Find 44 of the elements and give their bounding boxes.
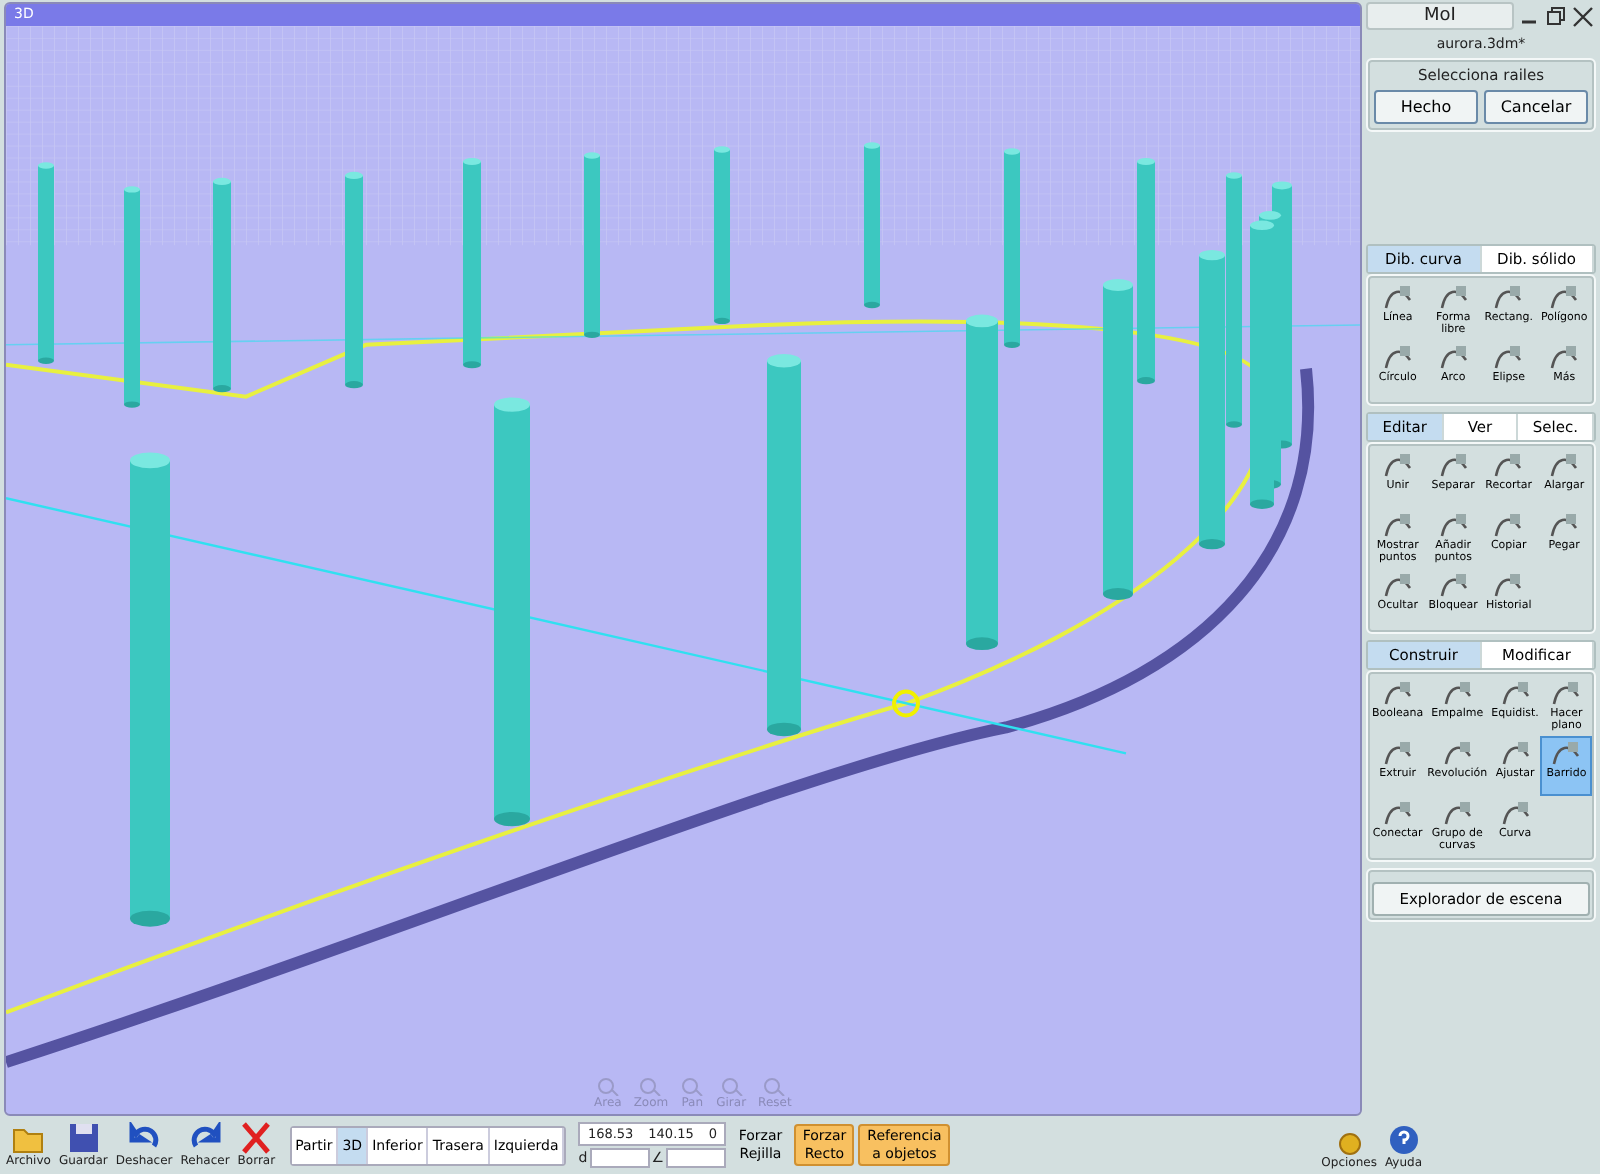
restore-icon[interactable] bbox=[1546, 6, 1566, 26]
close-icon[interactable] bbox=[1572, 5, 1594, 27]
tool-icon bbox=[1381, 452, 1414, 481]
nav-icon bbox=[595, 1076, 620, 1096]
tool-icon bbox=[1492, 572, 1525, 601]
tool-icon bbox=[1548, 452, 1581, 481]
nav-icon bbox=[719, 1076, 744, 1096]
tool-icon bbox=[1548, 344, 1581, 373]
tool-icon bbox=[1548, 284, 1581, 312]
tool-icon bbox=[1381, 800, 1414, 829]
tool-icon bbox=[1492, 344, 1525, 373]
tool-icon bbox=[1499, 740, 1532, 769]
tool-icon bbox=[1381, 572, 1414, 601]
nav-icon bbox=[680, 1076, 705, 1096]
app-title: MoI bbox=[1366, 2, 1514, 30]
help-icon bbox=[1387, 1124, 1420, 1156]
tool-icon bbox=[1381, 344, 1414, 373]
tool-icon bbox=[1381, 680, 1414, 709]
angle-field[interactable] bbox=[665, 1148, 726, 1168]
tool-icon bbox=[1437, 512, 1470, 541]
tool-icon bbox=[1550, 680, 1583, 709]
tool-icon bbox=[1499, 800, 1532, 829]
tool-icon bbox=[1437, 572, 1470, 601]
tool-icon bbox=[1548, 512, 1581, 541]
tool-icon bbox=[1437, 344, 1470, 373]
command-button[interactable]: Cancelar bbox=[1484, 90, 1588, 124]
command-button[interactable]: Hecho bbox=[1374, 90, 1478, 124]
close-icon bbox=[238, 1122, 275, 1154]
nav-icon bbox=[638, 1076, 663, 1096]
tool-icon bbox=[1550, 740, 1583, 769]
tool-icon bbox=[1381, 284, 1414, 312]
tool-icon bbox=[1441, 740, 1474, 769]
tool-icon bbox=[1441, 800, 1474, 829]
tool-icon bbox=[1492, 284, 1525, 312]
distance-field[interactable] bbox=[589, 1148, 650, 1168]
tool-icon bbox=[1437, 284, 1470, 312]
tool-icon bbox=[1492, 512, 1525, 541]
nav-icon bbox=[762, 1076, 787, 1096]
tool-icon bbox=[1381, 512, 1414, 541]
tool-icon bbox=[1441, 680, 1474, 709]
tool-icon bbox=[1437, 452, 1470, 481]
tool-icon bbox=[1381, 740, 1414, 769]
tool-icon bbox=[1499, 680, 1532, 709]
tool-icon bbox=[1492, 452, 1525, 481]
